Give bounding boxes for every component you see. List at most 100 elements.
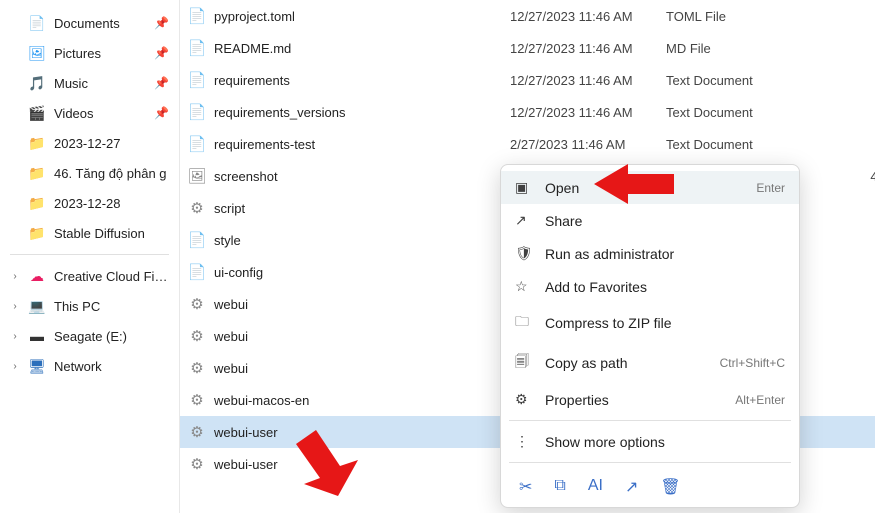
context-menu-item[interactable]: 🗐 Copy as path Ctrl+Shift+C [501,343,799,383]
documents-icon: 📄 [28,14,46,32]
sidebar-item-folder[interactable]: 📁 46. Tăng độ phân g [0,158,179,188]
navigation-sidebar: 📄 Documents 📌 🖼 Pictures 📌 🎵 Music 📌 🎬 V… [0,0,180,513]
context-menu-label: Copy as path [545,355,708,371]
file-date: 12/27/2023 11:46 AM [510,9,660,24]
file-icon: 📄 [186,69,208,91]
this-pc-icon: 💻 [28,297,46,315]
sidebar-item-label: Seagate (E:) [54,329,169,344]
file-size: 3 KB [832,297,875,312]
file-icon: 📄 [186,5,208,27]
file-name: webui-macos-en [214,393,504,408]
file-name: pyproject.toml [214,9,504,24]
file-type: MD File [666,41,826,56]
file-size: 6 KB [832,201,875,216]
file-name: requirements-test [214,137,504,152]
sidebar-item-videos[interactable]: 🎬 Videos 📌 [0,98,179,128]
context-menu-item[interactable]: ☆Add to Favorites [501,270,799,303]
pin-icon: 📌 [154,16,169,30]
sidebar-item-folder[interactable]: 📁 2023-12-28 [0,188,179,218]
file-row[interactable]: 📄requirements_versions12/27/2023 11:46 A… [180,96,875,128]
pin-icon: 📌 [154,76,169,90]
file-size: 12 KB [832,41,875,56]
file-name: webui [214,329,504,344]
file-name: style [214,233,504,248]
sidebar-item-this-pc[interactable]: › 💻 This PC [0,291,179,321]
file-row[interactable]: 📄pyproject.toml12/27/2023 11:46 AMTOML F… [180,0,875,32]
file-name: webui-user [214,457,504,472]
sidebar-item-label: Network [54,359,169,374]
file-icon: ⚙ [186,357,208,379]
folder-icon: 📁 [28,194,46,212]
sidebar-item-documents[interactable]: 📄 Documents 📌 [0,8,179,38]
file-size: 1 KB [832,425,875,440]
context-menu-shortcut: Enter [756,181,785,195]
context-menu-show-more[interactable]: ⋮ Show more options [501,425,799,458]
file-icon: ⚙ [186,389,208,411]
context-menu-shortcut: Ctrl+Shift+C [720,356,785,370]
file-icon: 🖼 [186,165,208,187]
drive-icon: ▬ [28,327,46,345]
file-name: script [214,201,504,216]
file-name: webui-user [214,425,504,440]
file-icon: ⚙ [186,453,208,475]
file-type: Text Document [666,105,826,120]
file-size: 23 KB [832,233,875,248]
file-size: 1 KB [832,393,875,408]
sidebar-item-music[interactable]: 🎵 Music 📌 [0,68,179,98]
context-menu-icon: 🗐 [515,351,533,375]
file-name: webui [214,361,504,376]
creative-cloud-icon: ☁ [28,267,46,285]
annotation-arrow-open [594,158,674,210]
file-name: ui-config [214,265,504,280]
file-row[interactable]: 📄requirements-test2/27/2023 11:46 AMText… [180,128,875,160]
file-size: 1 KB [832,9,875,24]
file-size: 72 KB [832,265,875,280]
show-more-icon: ⋮ [515,433,533,450]
sidebar-item-pictures[interactable]: 🖼 Pictures 📌 [0,38,179,68]
file-row[interactable]: 📄requirements12/27/2023 11:46 AMText Doc… [180,64,875,96]
context-menu-icon: 🛡 [515,245,533,262]
sidebar-divider [10,254,169,255]
context-menu-item[interactable]: 🗀Compress to ZIP file [501,303,799,343]
file-name: README.md [214,41,504,56]
file-date: 12/27/2023 11:46 AM [510,105,660,120]
copy-icon[interactable]: ⧉ [554,477,565,497]
context-menu-item[interactable]: 🛡Run as administrator [501,237,799,270]
sidebar-item-label: 46. Tăng độ phân g [54,166,169,181]
context-menu: ▣OpenEnter↗Share🛡Run as administrator☆Ad… [500,164,800,508]
folder-icon: 📁 [28,164,46,182]
file-icon: 📄 [186,101,208,123]
annotation-arrow-file [268,430,358,496]
file-name: requirements [214,73,504,88]
network-icon: 🖥 [28,357,46,375]
share-icon[interactable]: ↗ [625,477,638,497]
context-menu-item[interactable]: ⚙PropertiesAlt+Enter [501,383,799,416]
sidebar-item-folder[interactable]: 📁 2023-12-27 [0,128,179,158]
delete-icon[interactable]: 🗑 [660,477,680,497]
context-menu-label: Share [545,213,785,229]
rename-icon[interactable]: AI [588,477,603,497]
file-size: 9 KB [832,361,875,376]
file-icon: ⚙ [186,293,208,315]
file-type: Text Document [666,73,826,88]
file-date: 2/27/2023 11:46 AM [510,137,660,152]
context-menu-icon: ⚙ [515,391,533,408]
context-menu-toolbar: ✂ ⧉ AI ↗ 🗑 [501,467,799,501]
file-list-pane: 📄pyproject.toml12/27/2023 11:46 AMTOML F… [180,0,875,513]
context-menu-icon: ▣ [515,179,533,196]
sidebar-item-network[interactable]: › 🖥 Network [0,351,179,381]
chevron-right-icon: › [10,271,20,282]
file-icon: 📄 [186,37,208,59]
file-size: 1 KB [832,105,875,120]
file-icon: 📄 [186,261,208,283]
cut-icon[interactable]: ✂ [519,477,532,497]
context-menu-shortcut: Alt+Enter [735,393,785,407]
sidebar-item-folder[interactable]: 📁 Stable Diffusion [0,218,179,248]
file-size: 411 KB [832,169,875,184]
sidebar-item-creative-cloud[interactable]: › ☁ Creative Cloud Files [0,261,179,291]
file-icon: ⚙ [186,325,208,347]
context-menu-icon: 🗀 [515,311,533,335]
sidebar-item-drive[interactable]: › ▬ Seagate (E:) [0,321,179,351]
file-type: Text Document [666,137,826,152]
file-row[interactable]: 📄README.md12/27/2023 11:46 AMMD File12 K… [180,32,875,64]
